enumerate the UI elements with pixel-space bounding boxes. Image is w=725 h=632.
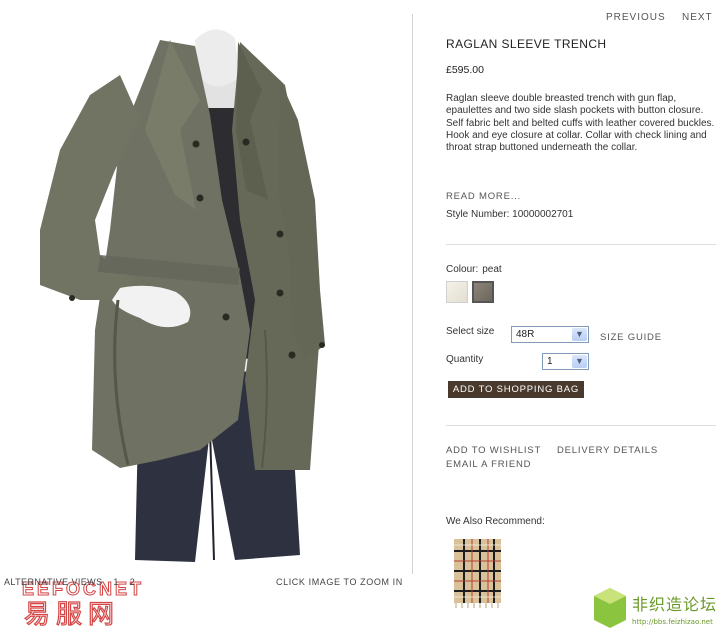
swatch-peat[interactable]	[472, 281, 494, 303]
read-more-link[interactable]: READ MORE...	[446, 191, 521, 202]
swatch-white[interactable]	[446, 281, 468, 303]
svg-text:http://bbs.feizhizao.net: http://bbs.feizhizao.net	[632, 618, 713, 626]
add-to-bag-button[interactable]: ADD TO SHOPPING BAG	[448, 381, 584, 398]
alternative-views: ALTERNATIVE VIEWS 1 2	[4, 577, 135, 587]
column-divider	[412, 14, 413, 574]
previous-link[interactable]: PREVIOUS	[606, 12, 666, 23]
size-select-value: 48R	[516, 329, 535, 340]
svg-text:易服网: 易服网	[24, 599, 120, 627]
next-link[interactable]: NEXT	[682, 12, 713, 23]
colour-label: Colour: peat	[446, 264, 502, 275]
size-select[interactable]: 48R ▼	[511, 326, 589, 343]
forum-watermark: 非织造论坛 http://bbs.feizhizao.net	[594, 588, 717, 628]
chevron-down-icon[interactable]: ▼	[572, 355, 587, 368]
trench-coat-photo	[40, 29, 325, 562]
delivery-details-link[interactable]: DELIVERY DETAILS	[557, 445, 658, 456]
zoom-hint-link[interactable]: CLICK IMAGE TO ZOOM IN	[276, 577, 403, 587]
chevron-down-icon[interactable]: ▼	[572, 328, 587, 341]
alt-view-2-link[interactable]: 2	[130, 577, 135, 587]
recommended-scarf-image[interactable]	[450, 537, 505, 609]
product-image[interactable]	[0, 0, 410, 575]
colour-value: peat	[482, 264, 502, 275]
style-number: Style Number: 10000002701	[446, 209, 574, 220]
quantity-label: Quantity	[446, 354, 484, 365]
divider	[446, 425, 716, 426]
product-title: RAGLAN SLEEVE TRENCH	[446, 37, 607, 51]
alt-view-1-link[interactable]: 1	[113, 577, 118, 587]
product-price: £595.00	[446, 64, 484, 76]
quantity-select-value: 1	[547, 356, 553, 367]
add-to-wishlist-link[interactable]: ADD TO WISHLIST	[446, 445, 541, 456]
alt-views-label: ALTERNATIVE VIEWS	[4, 577, 103, 587]
quantity-select[interactable]: 1 ▼	[542, 353, 589, 370]
size-label: Select size	[446, 326, 495, 337]
divider	[446, 244, 716, 245]
svg-text:非织造论坛: 非织造论坛	[632, 595, 717, 614]
size-guide-link[interactable]: SIZE GUIDE	[600, 332, 662, 343]
colour-label-text: Colour:	[446, 264, 479, 275]
email-friend-link[interactable]: EMAIL A FRIEND	[446, 459, 531, 470]
recommend-label: We Also Recommend:	[446, 516, 545, 527]
product-description: Raglan sleeve double breasted trench wit…	[446, 93, 715, 154]
